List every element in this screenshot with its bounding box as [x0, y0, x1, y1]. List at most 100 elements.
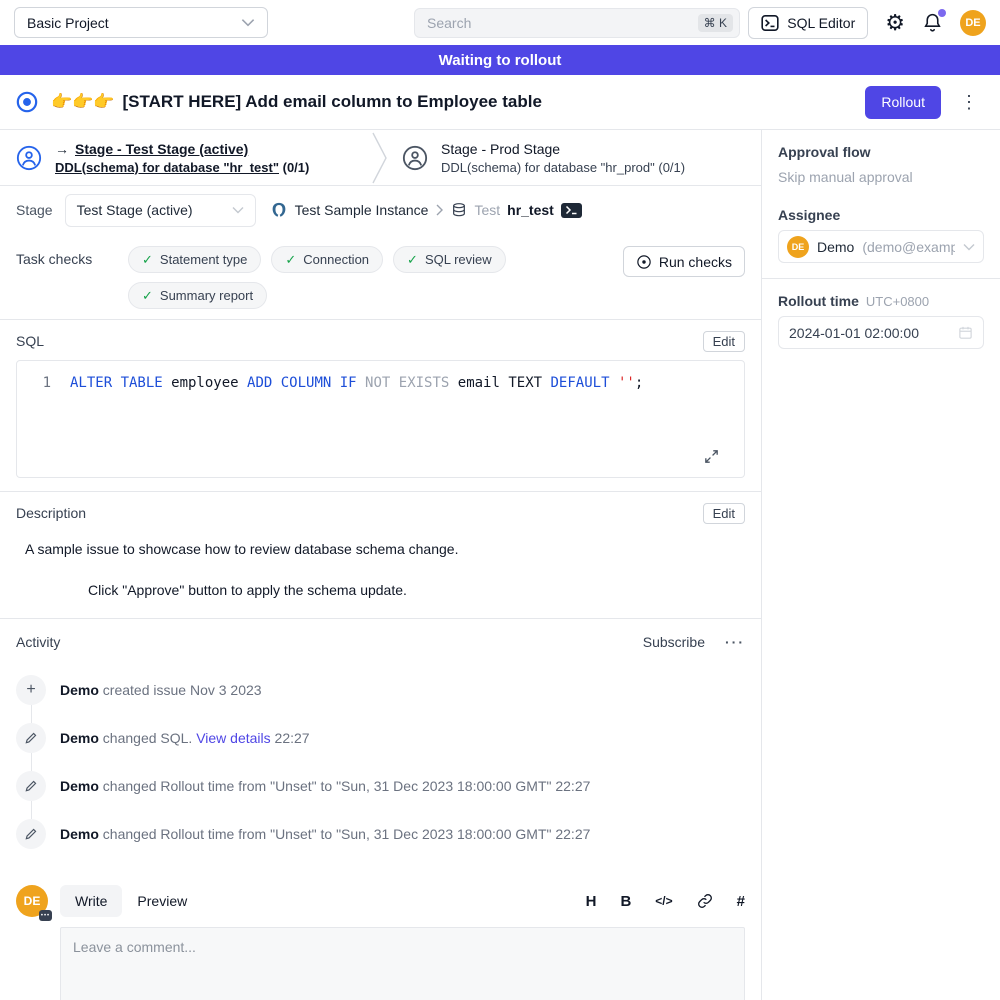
expand-icon[interactable]: [703, 448, 720, 465]
rollout-button[interactable]: Rollout: [865, 86, 941, 119]
sql-token: [357, 375, 365, 391]
top-bar: Basic Project ⌘ K SQL Editor ⚙ DE: [0, 0, 1000, 45]
task-checks-row: Task checks ✓Statement type✓Connection✓S…: [0, 234, 761, 320]
chevron-down-icon: [963, 243, 975, 251]
project-selector-value: Basic Project: [27, 15, 109, 31]
approval-flow-title: Approval flow: [778, 144, 984, 160]
task-check-label: Summary report: [160, 288, 253, 303]
assignee-select[interactable]: DE Demo (demo@example: [778, 230, 984, 263]
sql-editor-box[interactable]: 1 ALTER TABLE employee ADD COLUMN IF NOT…: [16, 360, 745, 478]
chevron-right-icon: [435, 204, 444, 216]
check-icon: ✓: [407, 252, 418, 268]
description-label: Description: [16, 505, 86, 521]
task-check-pill[interactable]: ✓ Connection: [271, 246, 383, 273]
sql-code-line: 1 ALTER TABLE employee ADD COLUMN IF NOT…: [17, 361, 744, 391]
rollout-time-input[interactable]: 2024-01-01 02:00:00: [778, 316, 984, 349]
run-checks-label: Run checks: [659, 254, 732, 270]
issue-title-text: [START HERE] Add email column to Employe…: [123, 92, 542, 112]
sql-token: email TEXT: [449, 375, 550, 391]
open-in-sql-editor-icon[interactable]: [561, 203, 582, 218]
timeline-connector: [31, 801, 32, 819]
heading-icon[interactable]: H: [586, 894, 597, 909]
check-icon: ✓: [285, 252, 296, 268]
app-window: Basic Project ⌘ K SQL Editor ⚙ DE Waitin…: [0, 0, 1000, 1000]
pencil-icon: [24, 827, 38, 841]
kebab-menu-icon[interactable]: ⋮: [954, 92, 984, 113]
run-checks-button[interactable]: Run checks: [623, 246, 745, 277]
activity-entry-icon: +: [16, 675, 46, 705]
sql-edit-button[interactable]: Edit: [703, 331, 745, 352]
stage-card-prod[interactable]: Stage - Prod Stage DDL(schema) for datab…: [388, 141, 685, 175]
gear-icon[interactable]: ⚙: [885, 12, 905, 34]
comment-editor: DE ••• Write Preview H B </>: [0, 885, 761, 1000]
issue-title: 👉👉👉 [START HERE] Add email column to Emp…: [51, 92, 852, 112]
search-shortcut-badge: ⌘ K: [698, 14, 733, 32]
status-banner-text: Waiting to rollout: [439, 52, 562, 69]
description-edit-button[interactable]: Edit: [703, 503, 745, 524]
code-icon[interactable]: </>: [655, 895, 672, 907]
sql-token: IF: [340, 375, 357, 391]
search-box[interactable]: ⌘ K: [414, 8, 740, 38]
assignee-name: Demo: [817, 239, 854, 255]
sql-label: SQL: [16, 333, 44, 349]
assignee-title: Assignee: [778, 207, 984, 223]
activity-section: Activity Subscribe ··· +Demo created iss…: [0, 618, 761, 849]
task-check-pill[interactable]: ✓Statement type: [128, 246, 261, 273]
stage-task-detail: DDL(schema) for database "hr_test": [55, 160, 279, 175]
assignee-stage-icon: [16, 145, 42, 171]
chevron-down-icon: [241, 18, 255, 27]
activity-more-icon[interactable]: ···: [725, 634, 745, 650]
bold-icon[interactable]: B: [620, 894, 631, 909]
task-check-label: Connection: [303, 252, 369, 267]
tab-write[interactable]: Write: [60, 885, 122, 917]
task-check-label: SQL review: [425, 252, 492, 267]
database-breadcrumb: Test Sample Instance Test hr_test: [270, 201, 582, 219]
activity-entry-icon: [16, 771, 46, 801]
assignee-email: (demo@example: [862, 239, 955, 255]
database-name[interactable]: hr_test: [507, 202, 554, 218]
hash-icon[interactable]: #: [737, 894, 745, 909]
activity-entry: +Demo created issue Nov 3 2023: [16, 675, 745, 705]
environment-label: Test: [474, 202, 500, 218]
description-section: Description Edit A sample issue to showc…: [0, 491, 761, 618]
active-stage-arrow: →: [55, 141, 69, 157]
sql-editor-label: SQL Editor: [787, 15, 855, 31]
comment-toolbar: H B </> #: [586, 893, 745, 909]
activity-entry-text: Demo changed Rollout time from "Unset" t…: [60, 826, 590, 842]
sql-token: NOT EXISTS: [365, 375, 449, 391]
stage-task-detail: DDL(schema) for database "hr_prod": [441, 160, 655, 175]
stage-card-test[interactable]: → Stage - Test Stage (active) DDL(schema…: [0, 141, 372, 175]
user-avatar[interactable]: DE: [960, 10, 986, 36]
line-number: 1: [17, 375, 51, 391]
task-check-pill[interactable]: ✓ SQL review: [393, 246, 506, 273]
activity-entry: Demo changed Rollout time from "Unset" t…: [16, 819, 745, 849]
stage-select-value: Test Stage (active): [77, 202, 193, 218]
notification-bell-icon[interactable]: [922, 12, 943, 33]
search-input[interactable]: [425, 14, 698, 32]
stage-label: Stage: [16, 202, 53, 218]
status-banner: Waiting to rollout: [0, 45, 1000, 75]
stage-name: Stage - Test Stage (active): [75, 141, 248, 157]
activity-entry: Demo changed Rollout time from "Unset" t…: [16, 771, 745, 801]
stage-select[interactable]: Test Stage (active): [65, 194, 256, 227]
subscribe-button[interactable]: Subscribe: [643, 634, 705, 650]
pencil-icon: [24, 731, 38, 745]
assignee-avatar: DE: [787, 236, 809, 258]
activity-entry-icon: [16, 723, 46, 753]
check-icon: ✓: [142, 288, 153, 304]
comment-input[interactable]: [60, 927, 745, 1000]
right-sidebar: Approval flow Skip manual approval Assig…: [762, 130, 1000, 1000]
issue-status-icon: [16, 91, 38, 113]
timeline-connector: [31, 705, 32, 723]
timeline-connector: [31, 753, 32, 771]
tab-preview[interactable]: Preview: [122, 885, 202, 917]
sql-token: ALTER TABLE: [70, 375, 163, 391]
task-check-pill[interactable]: ✓ Summary report: [128, 282, 267, 309]
view-details-link[interactable]: View details: [196, 730, 270, 746]
stage-name: Stage - Prod Stage: [441, 141, 560, 157]
instance-name[interactable]: Test Sample Instance: [295, 202, 429, 218]
sql-editor-button[interactable]: SQL Editor: [748, 7, 868, 39]
link-icon[interactable]: [697, 893, 713, 909]
activity-entry-icon: [16, 819, 46, 849]
project-selector[interactable]: Basic Project: [14, 7, 268, 38]
